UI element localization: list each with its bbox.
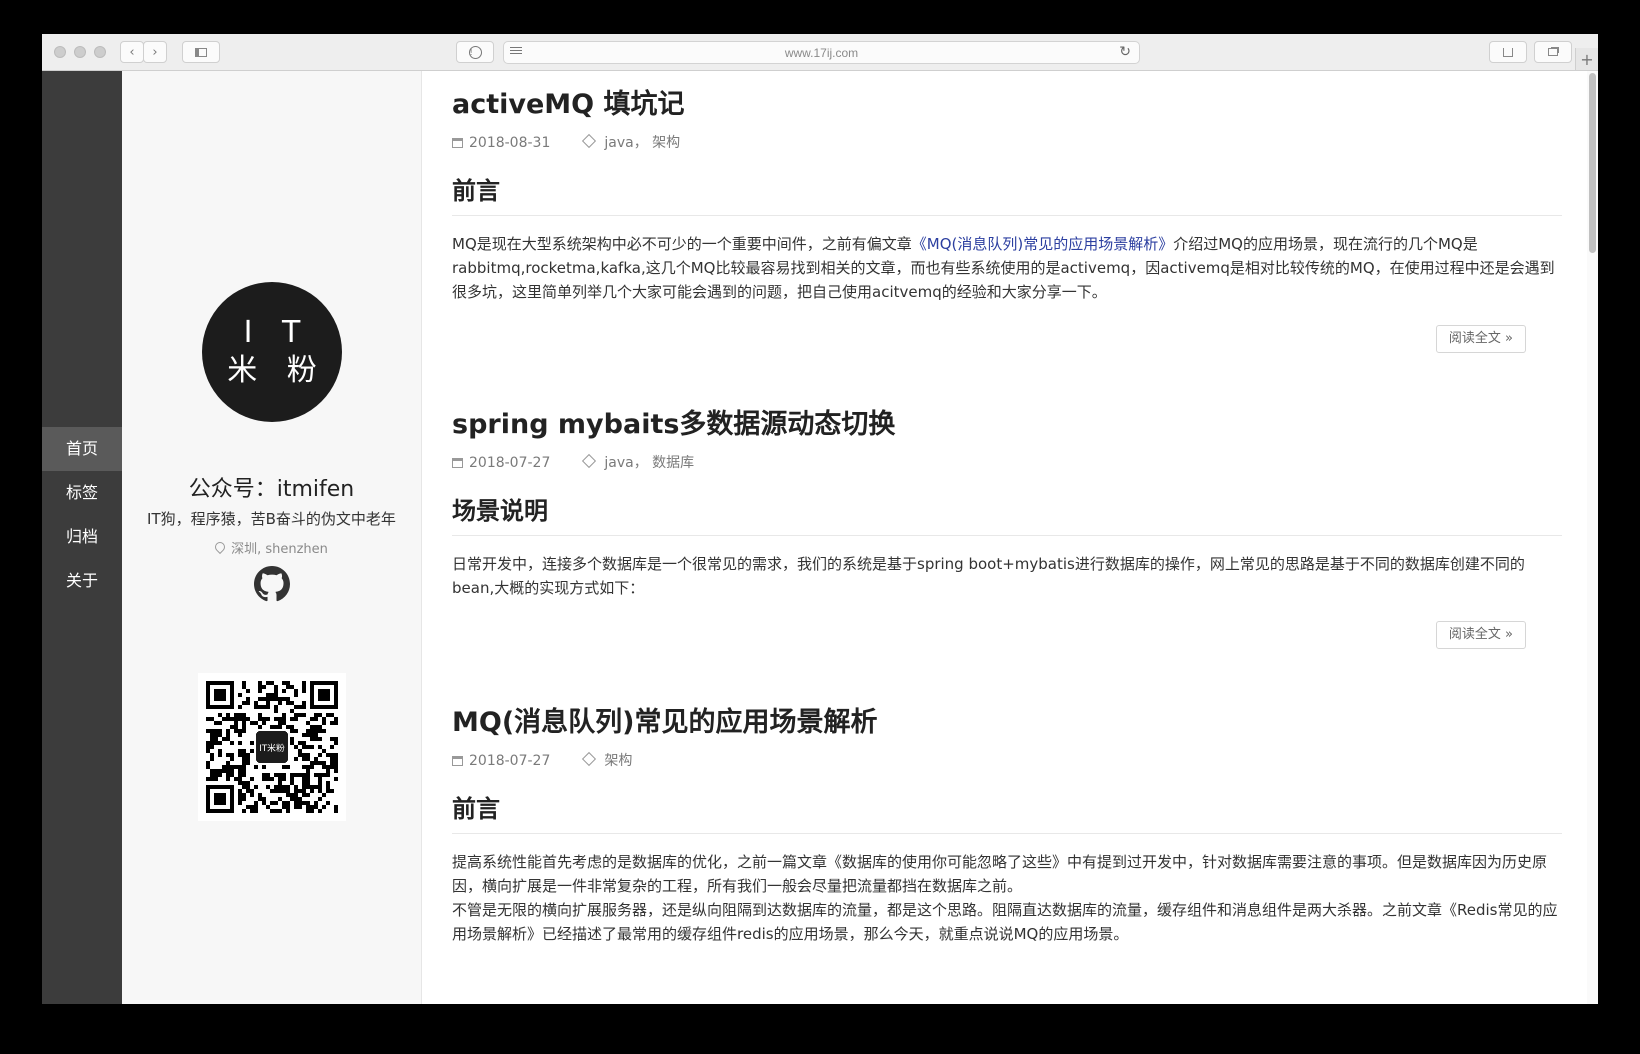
post-excerpt: 提高系统性能首先考虑的是数据库的优化，之前一篇文章《数据库的使用你可能忽略了这些… xyxy=(452,850,1562,946)
privacy-report-button[interactable]: ! xyxy=(456,41,494,63)
close-window-button[interactable] xyxy=(54,46,66,58)
nav-item-tags[interactable]: 标签 xyxy=(42,471,122,515)
browser-window: ‹ › ! www.17ij.com ↻ + 首页 标签 归档 关于 I T 米… xyxy=(42,34,1598,1004)
post-date: 2018-08-31 xyxy=(469,135,551,151)
nav-item-home[interactable]: 首页 xyxy=(42,427,122,471)
address-bar[interactable]: www.17ij.com ↻ xyxy=(503,41,1140,64)
read-more-button[interactable]: 阅读全文 » xyxy=(1435,325,1526,353)
back-button[interactable]: ‹ xyxy=(120,41,144,63)
new-tab-button[interactable]: + xyxy=(1575,48,1598,70)
nav-item-archive[interactable]: 归档 xyxy=(42,515,122,559)
avatar-line-2: 米 粉 xyxy=(227,353,327,388)
url-text: www.17ij.com xyxy=(784,46,859,60)
post-tags[interactable]: 架构 xyxy=(604,753,632,769)
browser-toolbar: ‹ › ! www.17ij.com ↻ + xyxy=(42,34,1598,71)
post-tags[interactable]: java， 数据库 xyxy=(604,455,694,471)
qr-code-image: IT米粉 xyxy=(206,681,338,813)
calendar-icon xyxy=(452,138,463,148)
qr-center-label: IT米粉 xyxy=(259,742,285,754)
read-more-button[interactable]: 阅读全文 » xyxy=(1435,621,1526,649)
calendar-icon xyxy=(452,756,463,766)
post-title[interactable]: activeMQ 填坑记 xyxy=(452,87,1562,123)
avatar: I T 米 粉 xyxy=(202,282,342,422)
tag-icon xyxy=(582,453,597,469)
post-tags[interactable]: java， 架构 xyxy=(604,135,680,151)
post-date: 2018-07-27 xyxy=(469,455,551,471)
page-scrollbar[interactable] xyxy=(1587,71,1598,1004)
post-meta: 2018-07-27 架构 xyxy=(452,751,1562,771)
post-meta: 2018-08-31 java， 架构 xyxy=(452,133,1562,153)
post-item: activeMQ 填坑记 2018-08-31 java， 架构 前言 MQ是现在… xyxy=(452,87,1562,353)
location-pin-icon xyxy=(213,539,228,555)
post-title[interactable]: MQ(消息队列)常见的应用场景解析 xyxy=(452,705,1562,741)
calendar-icon xyxy=(452,458,463,468)
tabs-icon xyxy=(1548,48,1558,56)
profile-sidebar: I T 米 粉 公众号：itmifen IT狗，程序猿，苦B奋斗的伪文中老年 深… xyxy=(122,71,422,1004)
post-list: activeMQ 填坑记 2018-08-31 java， 架构 前言 MQ是现在… xyxy=(452,71,1562,1004)
minimize-window-button[interactable] xyxy=(74,46,86,58)
info-icon: ! xyxy=(468,45,482,59)
share-icon xyxy=(1503,47,1513,57)
github-icon[interactable] xyxy=(254,566,290,602)
post-excerpt: 日常开发中，连接多个数据库是一个很常见的需求，我们的系统是基于spring bo… xyxy=(452,555,1525,597)
location-text: 深圳, shenzhen xyxy=(231,542,328,557)
post-section-heading: 场景说明 xyxy=(452,495,1562,536)
post-excerpt: MQ是现在大型系统架构中必不可少的一个重要中间件，之前有偏文章《MQ(消息队列)… xyxy=(452,232,1562,304)
post-section-heading: 前言 xyxy=(452,793,1562,834)
post-item: MQ(消息队列)常见的应用场景解析 2018-07-27 架构 前言 提高系统性能… xyxy=(452,705,1562,946)
post-meta: 2018-07-27 java， 数据库 xyxy=(452,453,1562,473)
profile-location: 深圳, shenzhen xyxy=(122,538,421,557)
window-controls xyxy=(54,46,106,58)
profile-bio: IT狗，程序猿，苦B奋斗的伪文中老年 xyxy=(147,510,396,528)
excerpt-paragraph: 不管是无限的横向扩展服务器，还是纵向阻隔到达数据库的流量，都是这个思路。阻隔直达… xyxy=(452,901,1558,943)
post-title[interactable]: spring mybaits多数据源动态切换 xyxy=(452,407,1562,443)
tag-icon xyxy=(582,751,597,767)
post-date: 2018-07-27 xyxy=(469,753,551,769)
nav-item-about[interactable]: 关于 xyxy=(42,559,122,603)
excerpt-link[interactable]: 《MQ(消息队列)常见的应用场景解析》 xyxy=(912,235,1173,253)
zoom-window-button[interactable] xyxy=(94,46,106,58)
tabs-overview-button[interactable] xyxy=(1534,41,1572,63)
chevron-right-icon: › xyxy=(152,44,158,60)
post-section-heading: 前言 xyxy=(452,175,1562,216)
excerpt-paragraph: 提高系统性能首先考虑的是数据库的优化，之前一篇文章《数据库的使用你可能忽略了这些… xyxy=(452,853,1548,895)
main-nav: 首页 标签 归档 关于 xyxy=(42,71,122,1004)
sidebar-icon xyxy=(195,47,207,57)
excerpt-text: MQ是现在大型系统架构中必不可少的一个重要中间件，之前有偏文章 xyxy=(452,235,912,253)
chevron-left-icon: ‹ xyxy=(129,44,135,60)
forward-button[interactable]: › xyxy=(143,41,167,63)
tag-icon xyxy=(582,133,597,149)
avatar-line-1: I T xyxy=(243,315,311,350)
reload-icon[interactable]: ↻ xyxy=(1119,44,1131,60)
scrollbar-thumb[interactable] xyxy=(1589,73,1596,253)
wechat-qr-code: IT米粉 xyxy=(198,673,346,821)
profile-name: 公众号：itmifen xyxy=(188,477,355,502)
sidebar-toggle-button[interactable] xyxy=(182,41,220,63)
post-item: spring mybaits多数据源动态切换 2018-07-27 java， 数… xyxy=(452,407,1562,649)
share-button[interactable] xyxy=(1489,41,1527,63)
